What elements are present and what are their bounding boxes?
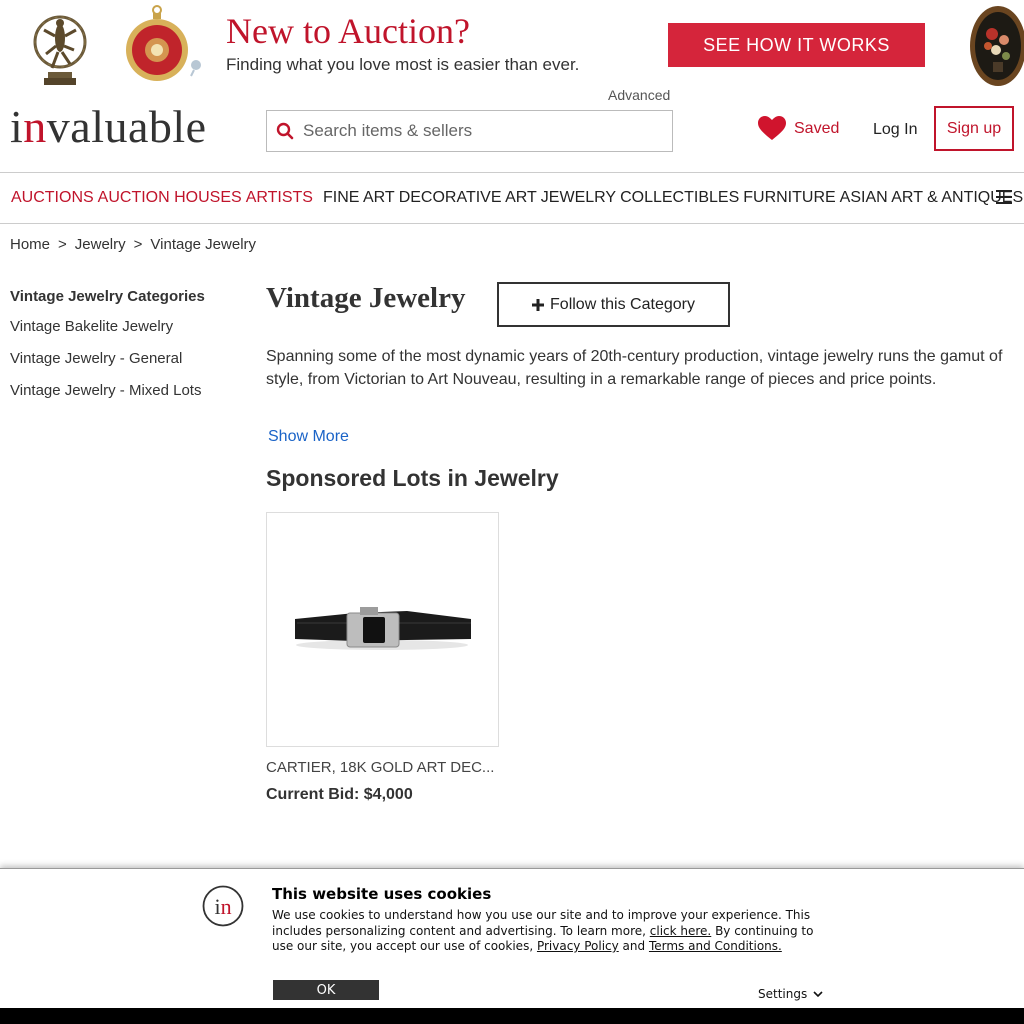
breadcrumb-separator: > — [133, 236, 143, 253]
bid-label: Current Bid: — [266, 786, 360, 803]
nav-item-artists[interactable]: ARTISTS — [246, 189, 313, 207]
nav-item-decorative-art[interactable]: DECORATIVE ART — [399, 189, 537, 207]
shiva-statue-image — [33, 15, 87, 85]
heart-icon — [758, 116, 786, 140]
cookie-text: We use cookies to understand how you use… — [272, 908, 832, 955]
breadcrumb-current: Vintage Jewelry — [150, 236, 257, 253]
privacy-policy-link[interactable]: Privacy Policy — [537, 939, 619, 953]
search-box[interactable] — [266, 110, 673, 152]
nav-item-furniture[interactable]: FURNITURE — [743, 189, 835, 207]
bid-value: $4,000 — [363, 786, 413, 803]
signup-button[interactable]: Sign up — [934, 106, 1014, 151]
lot-title[interactable]: CARTIER, 18K GOLD ART DEC... — [266, 759, 506, 776]
sidebar-link-mixed-lots[interactable]: Vintage Jewelry - Mixed Lots — [10, 382, 250, 399]
lot-current-bid: Current Bid: $4,000 — [266, 786, 413, 804]
search-input[interactable] — [303, 121, 653, 141]
follow-category-button[interactable]: Follow this Category — [497, 282, 730, 327]
promo-banner: New to Auction? Finding what you love mo… — [0, 0, 1024, 92]
promo-subtitle: Finding what you love most is easier tha… — [226, 55, 580, 74]
settings-label: Settings — [758, 987, 808, 1001]
cookie-text-part: and — [618, 939, 649, 953]
chevron-down-icon — [813, 990, 823, 997]
breadcrumb-separator: > — [58, 236, 67, 253]
flower-painting-image — [970, 6, 1024, 86]
nav-item-auctions[interactable]: AUCTIONS — [11, 189, 94, 207]
bottom-bar — [0, 1008, 1024, 1024]
cookie-title: This website uses cookies — [272, 885, 492, 903]
cookie-ok-button[interactable]: OK — [273, 980, 379, 1000]
promo-title: New to Auction? — [226, 11, 470, 51]
show-more-link[interactable]: Show More — [268, 428, 349, 446]
menu-icon[interactable] — [996, 190, 1012, 204]
category-sidebar: Vintage Jewelry Categories Vintage Bakel… — [10, 288, 250, 414]
see-how-it-works-button[interactable]: SEE HOW IT WORKS — [668, 23, 925, 67]
sidebar-heading: Vintage Jewelry Categories — [10, 288, 205, 305]
svg-text:in: in — [214, 894, 231, 919]
logo-letter-n: n — [23, 101, 47, 152]
main-nav: AUCTIONS AUCTION HOUSES ARTISTS FINE ART… — [0, 172, 1024, 224]
sidebar-link-bakelite[interactable]: Vintage Bakelite Jewelry — [10, 318, 250, 335]
logo-letter-i: i — [10, 101, 24, 152]
advanced-search-link[interactable]: Advanced — [608, 87, 670, 103]
search-icon[interactable] — [267, 122, 303, 140]
invaluable-logo[interactable]: invaluable — [10, 100, 207, 153]
breadcrumb-home[interactable]: Home — [10, 236, 50, 253]
breadcrumb-jewelry[interactable]: Jewelry — [75, 236, 126, 253]
category-description: Spanning some of the most dynamic years … — [266, 348, 1003, 388]
nav-item-fine-art[interactable]: FINE ART — [323, 189, 395, 207]
lot-image[interactable] — [266, 512, 499, 747]
cookie-settings-toggle[interactable]: Settings — [758, 987, 823, 1001]
cookie-banner: in This website uses cookies We use cook… — [0, 868, 1024, 1008]
breadcrumb: Home > Jewelry > Vintage Jewelry — [10, 236, 256, 253]
saved-label: Saved — [794, 119, 840, 137]
bracelet-image — [295, 607, 471, 650]
logo-text: valuable — [46, 101, 207, 152]
nav-item-auction-houses[interactable]: AUCTION HOUSES — [98, 189, 242, 207]
nav-item-jewelry[interactable]: JEWELRY — [541, 189, 616, 207]
sidebar-link-general[interactable]: Vintage Jewelry - General — [10, 350, 250, 367]
page-title: Vintage Jewelry — [266, 282, 466, 314]
login-link[interactable]: Log In — [873, 121, 917, 139]
pocket-watch-image — [126, 5, 201, 81]
terms-link[interactable]: Terms and Conditions. — [649, 939, 782, 953]
sponsored-heading: Sponsored Lots in Jewelry — [266, 465, 559, 491]
invaluable-badge-icon: in — [202, 885, 244, 927]
follow-label: Follow this Category — [550, 295, 695, 313]
saved-link[interactable]: Saved — [758, 116, 839, 141]
nav-item-collectibles[interactable]: COLLECTIBLES — [620, 189, 739, 207]
plus-icon — [532, 298, 545, 311]
cookie-click-here-link[interactable]: click here. — [650, 924, 711, 938]
